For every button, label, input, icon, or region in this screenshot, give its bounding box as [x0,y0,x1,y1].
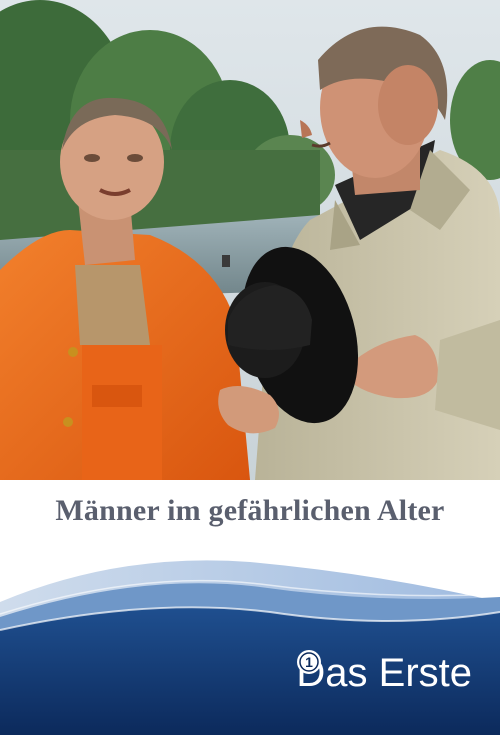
ard-mark-digit: 1 [305,654,313,670]
blue-wave-graphic [0,560,500,735]
channel-name: Das Erste [296,651,472,695]
movie-poster: Männer im gefährlichen Alter Das Erste 1 [0,0,500,735]
channel-wave-banner: Das Erste 1 [0,542,500,735]
title-band: Männer im gefährlichen Alter [0,480,500,542]
scene-illustration [0,0,500,480]
ard-one-logo-icon: 1 [297,650,322,674]
poster-photo [0,0,500,480]
channel-logo: Das Erste 1 [296,650,472,695]
distant-rower [222,255,230,267]
movie-title: Männer im gefährlichen Alter [55,494,445,527]
